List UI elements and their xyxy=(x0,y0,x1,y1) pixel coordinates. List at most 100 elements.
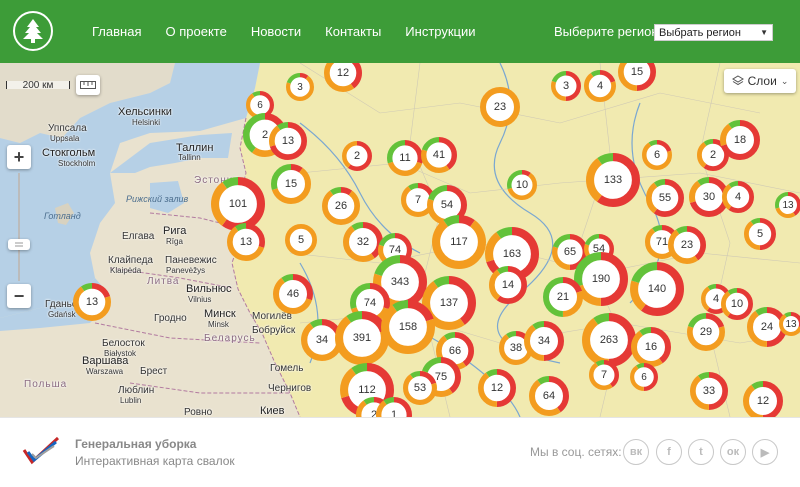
region-select[interactable]: Выбрать регион ▼ xyxy=(654,24,773,41)
dump-cluster[interactable]: 13 xyxy=(73,283,111,321)
dump-cluster[interactable]: 2 xyxy=(342,141,372,171)
cluster-count: 1 xyxy=(390,409,398,417)
dump-cluster[interactable]: 5 xyxy=(744,218,776,250)
nav-news[interactable]: Новости xyxy=(251,24,301,39)
dump-cluster[interactable]: 12 xyxy=(324,63,362,92)
cluster-count: 13 xyxy=(785,318,797,330)
cluster-count: 3 xyxy=(562,80,570,92)
odnoklassniki-icon[interactable]: ок xyxy=(720,439,746,465)
grip-icon xyxy=(15,242,23,247)
dump-cluster[interactable]: 6 xyxy=(642,140,672,170)
dump-cluster[interactable]: 4 xyxy=(722,181,754,213)
cluster-count: 5 xyxy=(297,234,305,246)
nav-home[interactable]: Главная xyxy=(92,24,141,39)
dump-cluster[interactable]: 46 xyxy=(273,274,313,314)
dump-cluster[interactable]: 16 xyxy=(631,327,671,367)
dump-cluster[interactable]: 3 xyxy=(551,71,581,101)
footer-subtitle: Интерактивная карта свалок xyxy=(75,454,235,468)
cluster-count: 117 xyxy=(450,236,468,248)
tree-icon xyxy=(23,19,43,43)
dump-cluster[interactable]: 10 xyxy=(507,170,537,200)
dump-cluster[interactable]: 12 xyxy=(743,381,783,417)
cluster-count: 23 xyxy=(493,101,507,113)
map-scale: 200 км xyxy=(6,75,100,95)
dump-cluster[interactable]: 263 xyxy=(582,313,636,367)
dump-cluster[interactable]: 1 xyxy=(376,397,412,417)
twitter-icon[interactable]: t xyxy=(688,439,714,465)
layers-button[interactable]: Слои ⌄ xyxy=(724,69,796,93)
ruler-button[interactable] xyxy=(76,75,100,95)
dump-cluster[interactable]: 13 xyxy=(775,192,800,218)
dump-cluster[interactable]: 18 xyxy=(720,120,760,160)
cluster-count: 12 xyxy=(756,395,770,407)
dump-cluster[interactable]: 5 xyxy=(285,224,317,256)
cluster-count: 4 xyxy=(734,191,742,203)
main-nav: Главная О проекте Новости Контакты Инстр… xyxy=(80,0,488,63)
dump-cluster[interactable]: 29 xyxy=(687,313,725,351)
map[interactable]: Хельсинки Helsinki Уппсала Uppsala Стокг… xyxy=(0,63,800,417)
cluster-count: 3 xyxy=(297,81,303,93)
social-label: Мы в соц. сетях: xyxy=(530,445,622,459)
layers-icon xyxy=(731,75,744,86)
facebook-icon[interactable]: f xyxy=(656,439,682,465)
cluster-count: 26 xyxy=(334,200,348,212)
scale-bar: 200 км xyxy=(6,79,70,91)
youtube-icon[interactable]: ▶ xyxy=(752,439,778,465)
cluster-count: 140 xyxy=(647,283,667,295)
dump-cluster[interactable]: 23 xyxy=(480,87,520,127)
dump-cluster[interactable]: 4 xyxy=(584,70,616,102)
cluster-count: 18 xyxy=(733,134,747,146)
dump-cluster[interactable]: 26 xyxy=(322,187,360,225)
nav-instructions[interactable]: Инструкции xyxy=(405,24,475,39)
cluster-count: 6 xyxy=(653,149,661,161)
vk-icon[interactable]: вк xyxy=(623,439,649,465)
dump-cluster[interactable]: 133 xyxy=(586,153,640,207)
cluster-count: 34 xyxy=(537,335,551,347)
logo[interactable] xyxy=(13,11,53,51)
zoom-track[interactable] xyxy=(18,173,20,281)
cluster-count: 16 xyxy=(644,341,658,353)
zoom-out-button[interactable]: − xyxy=(7,284,31,308)
dump-cluster[interactable]: 15 xyxy=(618,63,656,91)
nav-contacts[interactable]: Контакты xyxy=(325,24,381,39)
dump-cluster[interactable]: 23 xyxy=(668,226,706,264)
zoom-slider-handle[interactable] xyxy=(8,239,30,250)
footer-title: Генеральная уборка xyxy=(75,437,197,451)
layers-label: Слои xyxy=(747,74,777,88)
cluster-count: 41 xyxy=(432,149,446,161)
cluster-count: 14 xyxy=(501,279,515,291)
dump-cluster[interactable]: 117 xyxy=(432,215,486,269)
dump-cluster[interactable]: 55 xyxy=(646,179,684,217)
scale-label: 200 км xyxy=(22,79,54,91)
dump-cluster[interactable]: 158 xyxy=(381,300,435,354)
zoom-in-button[interactable]: + xyxy=(7,145,31,169)
dump-cluster[interactable]: 13 xyxy=(269,122,307,160)
dump-cluster[interactable]: 34 xyxy=(524,321,564,361)
dump-cluster[interactable]: 13 xyxy=(227,223,265,261)
dump-cluster[interactable]: 14 xyxy=(489,266,527,304)
nav-about[interactable]: О проекте xyxy=(165,24,226,39)
cluster-count: 15 xyxy=(630,66,644,78)
dump-cluster[interactable]: 6 xyxy=(630,363,658,391)
cluster-count: 2 xyxy=(353,150,361,162)
dump-cluster[interactable]: 7 xyxy=(589,360,619,390)
cluster-count: 29 xyxy=(699,326,713,338)
chevron-down-icon: ⌄ xyxy=(780,75,789,86)
dump-cluster[interactable]: 41 xyxy=(421,137,457,173)
dump-cluster[interactable]: 33 xyxy=(690,372,728,410)
cluster-count: 10 xyxy=(515,179,529,191)
chevron-down-icon: ▼ xyxy=(760,28,768,37)
dump-cluster[interactable]: 15 xyxy=(271,164,311,204)
dump-cluster[interactable]: 21 xyxy=(543,277,583,317)
dump-cluster[interactable]: 12 xyxy=(478,369,516,407)
cluster-count: 55 xyxy=(658,192,672,204)
dump-cluster[interactable]: 13 xyxy=(779,312,800,336)
cluster-count: 13 xyxy=(782,199,794,211)
dump-cluster[interactable]: 3 xyxy=(286,73,314,101)
footer: Генеральная уборка Интерактивная карта с… xyxy=(0,417,800,487)
dump-cluster[interactable]: 11 xyxy=(387,140,423,176)
dump-cluster[interactable]: 64 xyxy=(529,376,569,416)
onf-logo[interactable] xyxy=(22,436,60,471)
cluster-count: 13 xyxy=(281,135,295,147)
dump-cluster[interactable]: 140 xyxy=(630,262,684,316)
